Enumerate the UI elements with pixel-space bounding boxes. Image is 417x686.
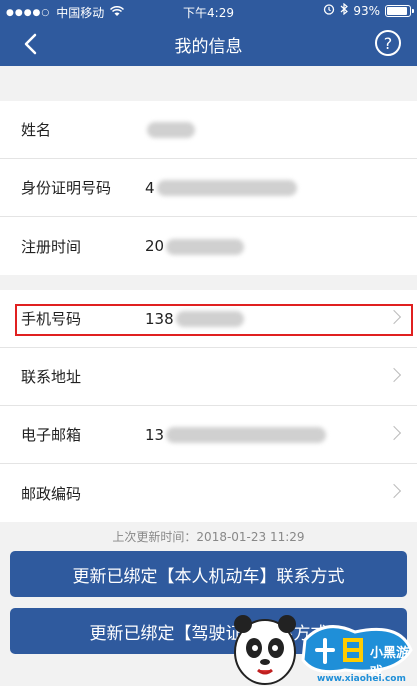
help-button[interactable]: ? — [375, 30, 401, 56]
row-value: 20 — [145, 237, 245, 255]
row-value: 13 — [145, 426, 327, 444]
update-vehicle-contact-button[interactable]: 更新已绑定【本人机动车】联系方式 — [10, 551, 407, 597]
battery-percent: 93% — [353, 3, 380, 18]
row-value: 4 — [145, 179, 297, 197]
row-value — [145, 121, 195, 139]
info-row-register-time: 注册时间 20 — [0, 217, 417, 275]
chevron-right-icon — [386, 483, 402, 499]
bluetooth-icon — [340, 2, 349, 18]
info-row-postcode[interactable]: 邮政编码 — [0, 464, 417, 522]
row-label: 注册时间 — [21, 237, 82, 256]
watermark-url: www.xiaohei.com — [317, 674, 406, 684]
contact-section: 手机号码 138 联系地址 电子邮箱 13 邮政编码 — [0, 290, 417, 522]
identity-section: 姓名 身份证明号码 4 注册时间 20 — [0, 101, 417, 275]
battery-icon — [385, 4, 414, 17]
row-label: 电子邮箱 — [21, 426, 82, 444]
row-label: 邮政编码 — [21, 484, 82, 503]
info-row-email[interactable]: 电子邮箱 13 — [0, 406, 417, 464]
row-value: 138 — [145, 310, 244, 328]
last-update-time: 上次更新时间：2018-01-23 11:29 — [112, 530, 305, 544]
nav-bar: 我的信息 ? — [0, 22, 417, 66]
row-label: 联系地址 — [21, 368, 82, 386]
chevron-right-icon — [386, 367, 402, 383]
info-row-id: 身份证明号码 4 — [0, 159, 417, 217]
watermark-logo: 小黑游戏 www.xiaohei.com — [225, 610, 417, 686]
info-row-address[interactable]: 联系地址 — [0, 348, 417, 406]
chevron-right-icon — [386, 425, 402, 441]
info-row-phone[interactable]: 手机号码 138 — [0, 290, 417, 348]
status-bar: ●●●●○ 中国移动 下午4:29 93% — [0, 0, 417, 22]
app-header: ●●●●○ 中国移动 下午4:29 93% 我的信息 ? — [0, 0, 417, 66]
page-title: 我的信息 — [174, 37, 243, 57]
chevron-right-icon — [386, 309, 402, 325]
row-label: 姓名 — [21, 121, 52, 139]
row-label: 手机号码 — [21, 310, 82, 328]
alarm-icon — [323, 3, 335, 18]
info-row-name: 姓名 — [0, 101, 417, 159]
row-label: 身份证明号码 — [21, 179, 112, 197]
